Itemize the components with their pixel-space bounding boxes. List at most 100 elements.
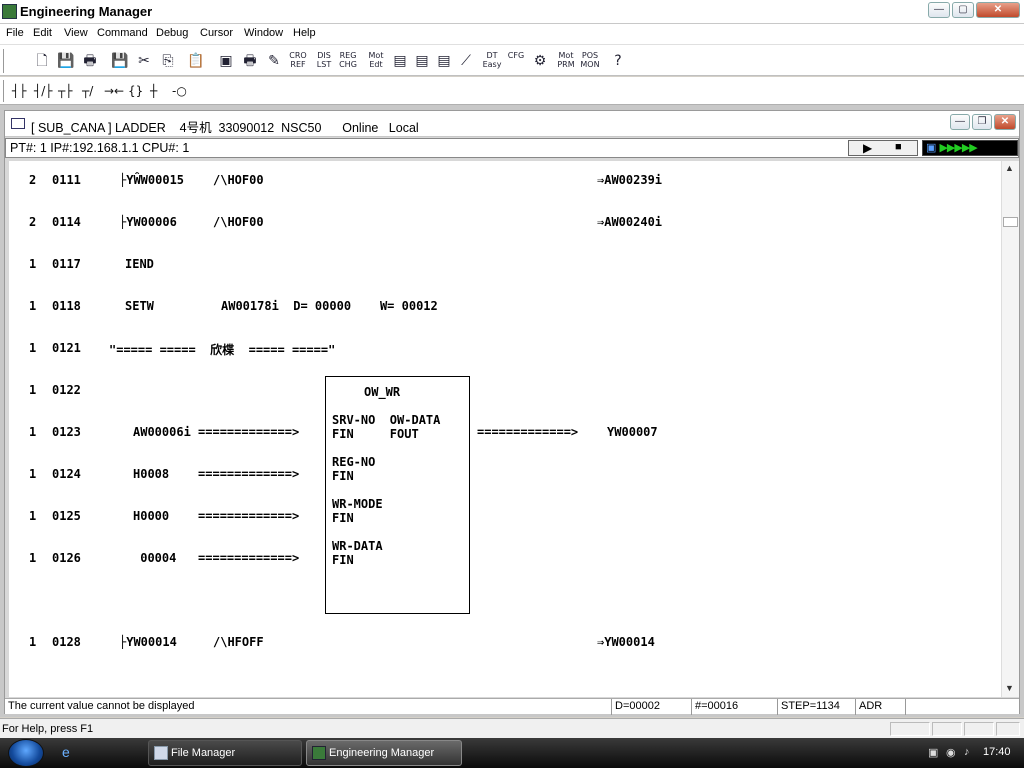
menu-command[interactable]: Command	[97, 27, 148, 39]
ladder-symbol-button[interactable]: ┬/	[82, 83, 93, 99]
ie-icon[interactable]: e	[62, 744, 70, 760]
ladder-row[interactable]: 1 0126 00004 =============>	[9, 551, 1001, 567]
eef-icon[interactable]: ▤	[412, 51, 432, 71]
scroll-up-icon[interactable]: ▲	[1005, 163, 1014, 173]
step-number: 0117	[52, 257, 81, 271]
minimize-button[interactable]: —	[928, 2, 950, 18]
status-help-text: For Help, press F1	[2, 723, 94, 735]
instruction: ├YW00006	[119, 215, 177, 229]
toolbar-grip[interactable]	[3, 49, 6, 73]
dt-easy-button[interactable]: DT Easy	[482, 51, 502, 71]
child-minimize-button[interactable]: —	[950, 114, 970, 130]
function-block[interactable]: OW_WR SRV-NO OW-DATA FIN FOUT REG-NO FIN…	[325, 376, 470, 614]
stop-button[interactable]: ■	[895, 141, 902, 153]
ladder-toolbar: ┤├ ┤/├ ┬├ ┬/ →←{} ┼ -○	[0, 77, 1024, 105]
ladder-window-icon	[11, 118, 25, 129]
ladder-symbol-button[interactable]: ┬├	[58, 83, 72, 99]
ladder-symbol-button[interactable]: ┤├	[12, 83, 26, 99]
vertical-scrollbar[interactable]: ▲ ▼	[1001, 161, 1019, 697]
ladder-child-window: [ SUB_CANA ] LADDER 4号机 33090012 NSC50 O…	[4, 110, 1020, 715]
ladder-row[interactable]: 1 0125 H0000 =============>	[9, 509, 1001, 525]
cro-ref-button[interactable]: CRO REF	[288, 51, 308, 71]
instruction: IEND	[125, 257, 154, 271]
maximize-button[interactable]: ▢	[952, 2, 974, 18]
scroll-thumb[interactable]	[1003, 217, 1018, 227]
window-title: Engineering Manager	[20, 4, 153, 19]
ladder-symbol-button[interactable]: ┤/├	[34, 83, 53, 99]
fb-pin: FIN FOUT	[332, 427, 419, 441]
fb-pin: WR-DATA	[332, 539, 383, 553]
ladder-row[interactable]: 1 0117 IEND	[9, 257, 1001, 273]
taskbar: e File Manager Engineering Manager ▣ ◉ ♪…	[0, 738, 1024, 768]
status-mode: ADR	[859, 700, 883, 712]
save-all-icon[interactable]: 💾	[110, 51, 130, 71]
toolbar-grip[interactable]	[3, 80, 6, 102]
help-icon[interactable]: ?	[608, 51, 628, 71]
menu-debug[interactable]: Debug	[156, 27, 188, 39]
ladder-status-bar: The current value cannot be displayed D=…	[5, 698, 1019, 715]
taskbar-engineering-manager[interactable]: Engineering Manager	[306, 740, 462, 766]
volume-icon[interactable]: ♪	[964, 746, 970, 758]
module-icon[interactable]: ⚙	[530, 51, 550, 71]
ladder-row[interactable]: 1 0121 "===== ===== 欣楪 ===== ====="	[9, 341, 1001, 357]
ladder-symbol-button[interactable]: →←	[104, 83, 124, 99]
network-icon[interactable]: ▣	[928, 746, 938, 759]
tag-icon[interactable]: ✎	[264, 51, 284, 71]
int-icon[interactable]: ▤	[434, 51, 454, 71]
taskbar-file-manager[interactable]: File Manager	[148, 740, 302, 766]
menu-view[interactable]: View	[64, 27, 88, 39]
ladder-symbol-button[interactable]: -○	[172, 83, 187, 99]
graph-icon[interactable]: ⟋	[456, 51, 476, 71]
cfg-button[interactable]: CFG	[506, 51, 526, 71]
instruction: ├YŴ​W00015	[119, 173, 185, 187]
taskbar-item-label: Engineering Manager	[329, 747, 435, 759]
dis-lst-button[interactable]: DIS LST	[314, 51, 334, 71]
operand: /\HOF00	[213, 173, 264, 187]
save-icon[interactable]: 💾	[56, 51, 76, 71]
menu-edit[interactable]: Edit	[33, 27, 52, 39]
ladder-symbol-button[interactable]: ┼	[150, 83, 157, 99]
network-count: 2	[29, 215, 37, 229]
menu-window[interactable]: Window	[244, 27, 283, 39]
scroll-down-icon[interactable]: ▼	[1005, 683, 1014, 693]
ladder-view[interactable]: 2 0111 ├YŴ​W00015 /\HOF00 ⇒AW00239i 2 0114 ├YW0…	[9, 161, 1001, 697]
ladder-row[interactable]: 1 0124 H0008 =============>	[9, 467, 1001, 483]
paste-icon[interactable]: 📋	[186, 51, 206, 71]
pos-mon-button[interactable]: POS MON	[580, 51, 600, 71]
status-divider	[777, 699, 778, 715]
instruction: SETW	[125, 299, 154, 313]
window-icon[interactable]: ▣	[216, 51, 236, 71]
clock[interactable]: 17:40	[983, 746, 1011, 758]
cut-icon[interactable]: ✂	[134, 51, 154, 71]
child-close-button[interactable]: ✕	[994, 114, 1016, 130]
print-icon[interactable]: 🖶	[80, 51, 100, 71]
menu-help[interactable]: Help	[293, 27, 316, 39]
print-preview-icon[interactable]: 🖶	[240, 51, 260, 71]
new-icon[interactable]: 🗋	[32, 51, 52, 71]
ladder-row[interactable]: 1 0123 AW00006i =============> ============…	[9, 425, 1001, 441]
run-button[interactable]: ▶	[863, 141, 872, 155]
child-title-bar: [ SUB_CANA ] LADDER 4号机 33090012 NSC50 O…	[5, 111, 1019, 137]
status-leds: ▶▶▶▶▶	[939, 142, 977, 154]
mot-prm-button[interactable]: Mot PRM	[556, 51, 576, 71]
copy-icon[interactable]: ⎘	[158, 51, 178, 71]
ladder-row[interactable]: 1 0118 SETW AW00178i D= 00000 W= 00012	[9, 299, 1001, 315]
ladder-row[interactable]: 2 0111 ├YŴ​W00015 /\HOF00 ⇒AW00239i	[9, 173, 1001, 189]
start-button[interactable]	[8, 739, 44, 767]
ladder-row[interactable]: 2 0114 ├YW00006 /\HOF00 ⇒AW00240i	[9, 215, 1001, 231]
ee-icon[interactable]: ▤	[390, 51, 410, 71]
menu-cursor[interactable]: Cursor	[200, 27, 233, 39]
status-pane	[964, 722, 994, 736]
mot-edt-button[interactable]: Mot Edt	[366, 51, 386, 71]
reg-chg-button[interactable]: REG CHG	[338, 51, 358, 71]
ladder-row[interactable]: 1 0128 ├YW00014 /\HFOFF ⇒YW00014	[9, 635, 1001, 651]
device-icon[interactable]: ◉	[946, 746, 956, 759]
ladder-symbol-button[interactable]: {}	[128, 83, 143, 99]
step-number: 0123	[52, 425, 81, 439]
ladder-row[interactable]: 1 0122	[9, 383, 1001, 399]
close-button[interactable]: ✕	[976, 2, 1020, 18]
instruction: 00004 =============>	[133, 551, 300, 565]
step-number: 0111	[52, 173, 81, 187]
menu-file[interactable]: File	[6, 27, 24, 39]
child-restore-button[interactable]: ❐	[972, 114, 992, 130]
